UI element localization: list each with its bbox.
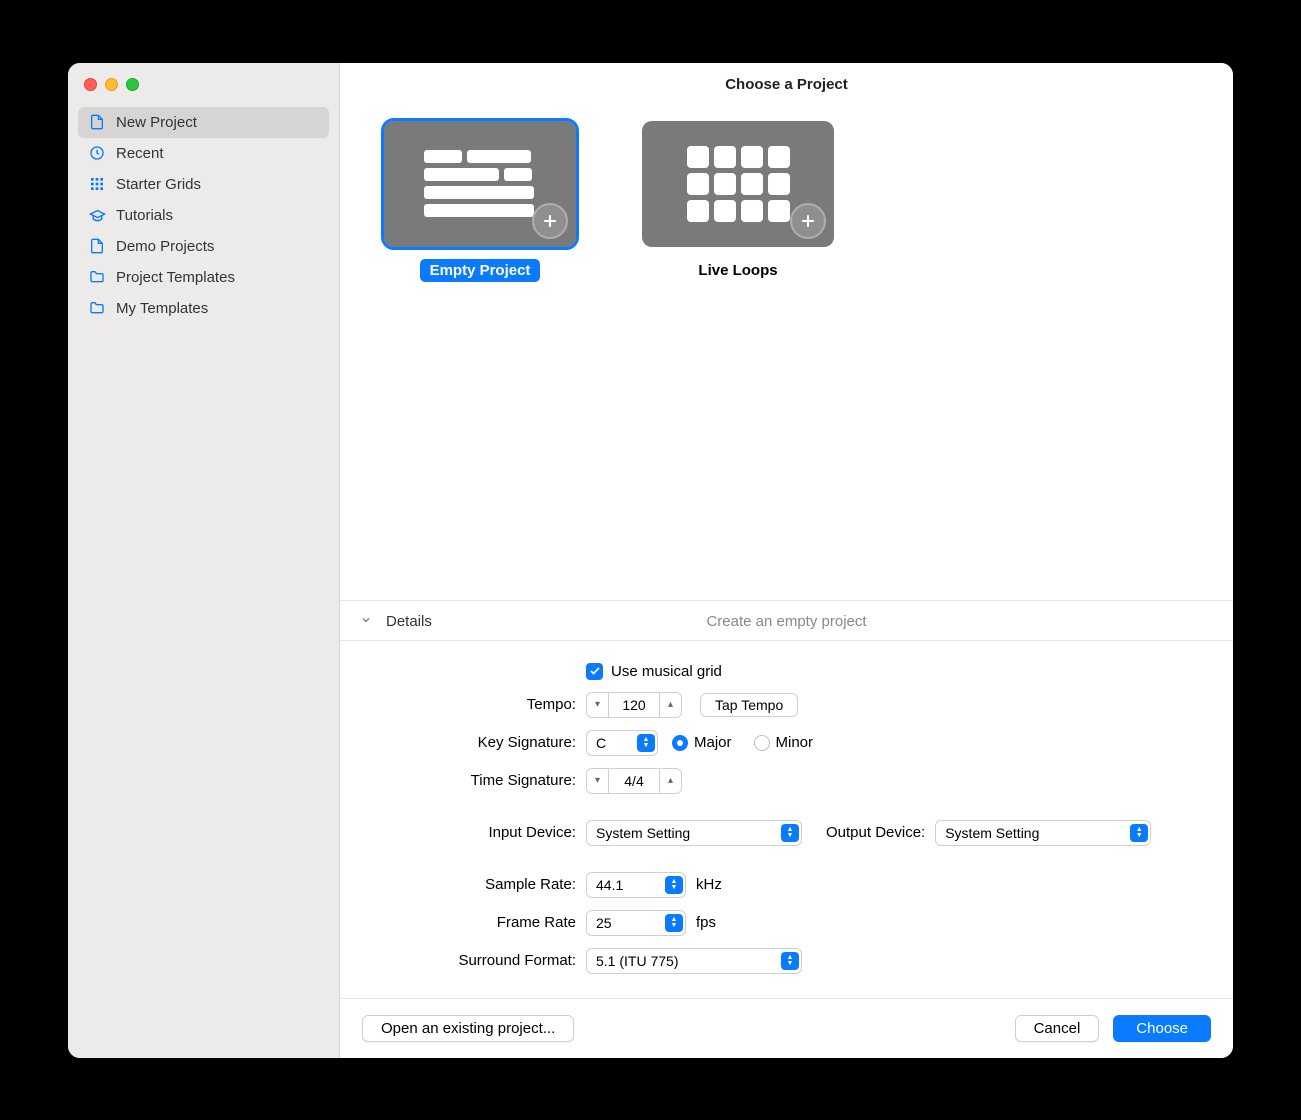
major-radio[interactable] xyxy=(672,735,688,751)
sidebar-item-new-project[interactable]: New Project xyxy=(78,107,329,138)
stepper-up-icon[interactable]: ▴ xyxy=(659,693,681,717)
folder-icon xyxy=(88,269,106,285)
output-device-label: Output Device: xyxy=(826,824,925,841)
output-device-value: System Setting xyxy=(945,825,1039,841)
minimize-window-button[interactable] xyxy=(105,78,118,91)
key-signature-select[interactable]: C ▲▼ xyxy=(586,730,658,756)
project-option-live-loops[interactable]: Live Loops xyxy=(642,121,834,282)
major-label: Major xyxy=(694,734,732,751)
surround-format-value: 5.1 (ITU 775) xyxy=(596,953,678,969)
details-header[interactable]: Details Create an empty project xyxy=(340,601,1233,641)
minor-radio[interactable] xyxy=(754,735,770,751)
project-chooser-window: New Project Recent Starter Grids Tutoria… xyxy=(68,63,1233,1058)
footer: Open an existing project... Cancel Choos… xyxy=(340,999,1233,1058)
empty-project-thumbnail xyxy=(384,121,576,247)
choose-button[interactable]: Choose xyxy=(1113,1015,1211,1042)
input-device-value: System Setting xyxy=(596,825,690,841)
time-signature-label: Time Signature: xyxy=(366,772,576,789)
updown-caret-icon: ▲▼ xyxy=(637,734,655,752)
updown-caret-icon: ▲▼ xyxy=(665,914,683,932)
output-device-select[interactable]: System Setting ▲▼ xyxy=(935,820,1151,846)
tempo-stepper[interactable]: ▾ 120 ▴ xyxy=(586,692,682,718)
sample-rate-unit: kHz xyxy=(696,876,722,893)
frame-rate-label: Frame Rate xyxy=(366,914,576,931)
sidebar-item-label: Demo Projects xyxy=(116,238,214,255)
minor-label: Minor xyxy=(776,734,814,751)
updown-caret-icon: ▲▼ xyxy=(665,876,683,894)
frame-rate-value: 25 xyxy=(596,915,612,931)
sidebar-item-label: Recent xyxy=(116,145,164,162)
stepper-down-icon[interactable]: ▾ xyxy=(587,693,609,717)
frame-rate-unit: fps xyxy=(696,914,716,931)
sidebar-item-my-templates[interactable]: My Templates xyxy=(78,293,329,324)
updown-caret-icon: ▲▼ xyxy=(781,824,799,842)
key-signature-value: C xyxy=(596,735,606,751)
input-device-select[interactable]: System Setting ▲▼ xyxy=(586,820,802,846)
details-form: Use musical grid Tempo: ▾ 120 ▴ Tap Temp… xyxy=(340,641,1233,999)
plus-icon xyxy=(790,203,826,239)
sidebar-item-project-templates[interactable]: Project Templates xyxy=(78,262,329,293)
cancel-button[interactable]: Cancel xyxy=(1015,1015,1100,1042)
tap-tempo-button[interactable]: Tap Tempo xyxy=(700,693,798,717)
main-panel: Choose a Project Empty Project xyxy=(340,63,1233,1058)
surround-format-select[interactable]: 5.1 (ITU 775) ▲▼ xyxy=(586,948,802,974)
key-signature-label: Key Signature: xyxy=(366,734,576,751)
stepper-down-icon[interactable]: ▾ xyxy=(587,769,609,793)
project-option-label: Live Loops xyxy=(688,259,787,282)
sidebar-item-label: Starter Grids xyxy=(116,176,201,193)
details-description: Create an empty project xyxy=(706,613,866,630)
frame-rate-select[interactable]: 25 ▲▼ xyxy=(586,910,686,936)
sidebar-item-label: New Project xyxy=(116,114,197,131)
sidebar-item-recent[interactable]: Recent xyxy=(78,138,329,169)
time-signature-value: 4/4 xyxy=(609,773,659,789)
project-option-empty[interactable]: Empty Project xyxy=(384,121,576,282)
open-existing-button[interactable]: Open an existing project... xyxy=(362,1015,574,1042)
sample-rate-label: Sample Rate: xyxy=(366,876,576,893)
grid-icon xyxy=(88,176,106,192)
sidebar-item-starter-grids[interactable]: Starter Grids xyxy=(78,169,329,200)
input-device-label: Input Device: xyxy=(366,824,576,841)
sidebar-item-label: Tutorials xyxy=(116,207,173,224)
live-loops-thumbnail xyxy=(642,121,834,247)
project-type-grid: Empty Project Live Loops xyxy=(340,107,1233,601)
document-icon xyxy=(88,114,106,130)
time-signature-stepper[interactable]: ▾ 4/4 ▴ xyxy=(586,768,682,794)
plus-icon xyxy=(532,203,568,239)
sidebar-list: New Project Recent Starter Grids Tutoria… xyxy=(68,107,339,324)
updown-caret-icon: ▲▼ xyxy=(781,952,799,970)
sidebar-item-label: Project Templates xyxy=(116,269,235,286)
tempo-value: 120 xyxy=(609,697,659,713)
sample-rate-select[interactable]: 44.1 ▲▼ xyxy=(586,872,686,898)
stepper-up-icon[interactable]: ▴ xyxy=(659,769,681,793)
chevron-down-icon xyxy=(360,613,376,630)
sample-rate-value: 44.1 xyxy=(596,877,623,893)
surround-format-label: Surround Format: xyxy=(366,952,576,969)
folder-icon xyxy=(88,300,106,316)
sidebar-item-label: My Templates xyxy=(116,300,208,317)
project-option-label: Empty Project xyxy=(420,259,541,282)
use-musical-grid-checkbox[interactable] xyxy=(586,663,603,680)
clock-icon xyxy=(88,145,106,161)
close-window-button[interactable] xyxy=(84,78,97,91)
graduation-cap-icon xyxy=(88,207,106,224)
document-icon xyxy=(88,238,106,254)
zoom-window-button[interactable] xyxy=(126,78,139,91)
use-musical-grid-label: Use musical grid xyxy=(611,663,722,680)
tempo-label: Tempo: xyxy=(366,696,576,713)
sidebar: New Project Recent Starter Grids Tutoria… xyxy=(68,63,340,1058)
window-controls xyxy=(68,73,339,107)
sidebar-item-tutorials[interactable]: Tutorials xyxy=(78,200,329,231)
details-title: Details xyxy=(386,613,432,630)
sidebar-item-demo-projects[interactable]: Demo Projects xyxy=(78,231,329,262)
window-title: Choose a Project xyxy=(340,63,1233,107)
updown-caret-icon: ▲▼ xyxy=(1130,824,1148,842)
